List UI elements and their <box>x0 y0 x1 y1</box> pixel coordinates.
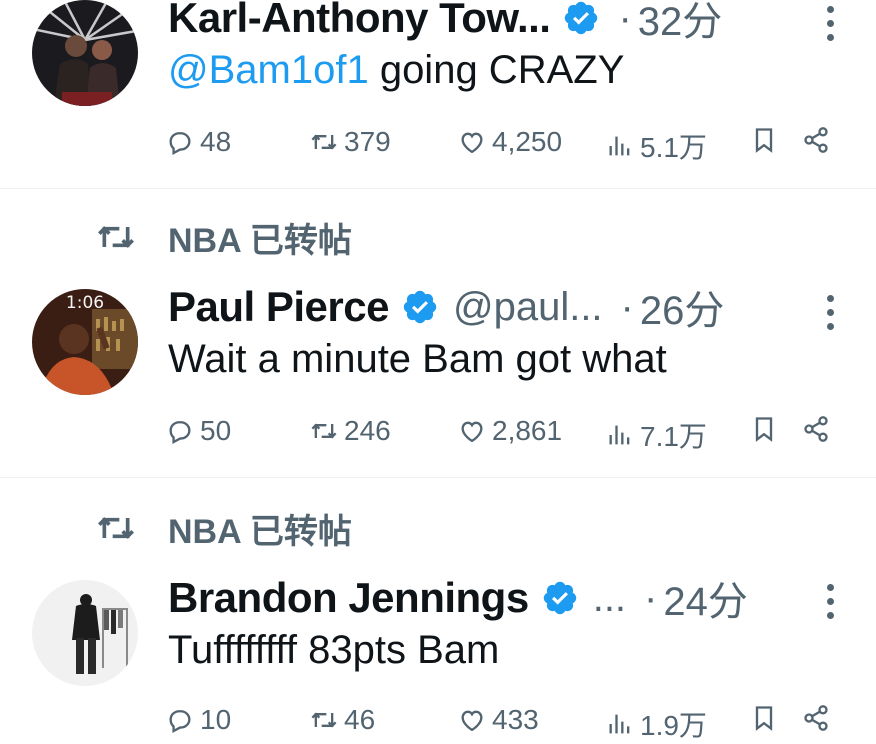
bookmark-icon <box>755 706 773 731</box>
retweet-icon <box>98 226 134 248</box>
reply-icon <box>169 710 191 734</box>
retweet-button[interactable]: 46 <box>310 704 375 736</box>
share-icon <box>804 416 828 442</box>
share-button[interactable] <box>802 704 836 732</box>
avatar[interactable] <box>32 580 138 686</box>
retweet-icon <box>311 134 337 150</box>
like-count: 433 <box>492 704 539 735</box>
verified-badge-icon <box>543 581 576 615</box>
retweet-icon <box>311 423 337 439</box>
bookmark-icon <box>755 128 773 153</box>
author-handle[interactable]: ... <box>593 576 626 621</box>
retweet-count: 46 <box>344 704 376 735</box>
like-icon <box>461 421 483 443</box>
separator-dot: · <box>618 0 632 40</box>
author-name[interactable]: Karl-Anthony Tow... <box>168 0 551 42</box>
like-count: 4,250 <box>492 126 563 157</box>
reply-button[interactable]: 48 <box>166 126 231 158</box>
tweet-2[interactable]: NBA 已转帖 1:06 Paul Pierce @paul... · 26分 … <box>0 189 876 477</box>
action-bar: 48 379 4,250 5.1万 <box>0 126 876 166</box>
like-button[interactable]: 433 <box>458 704 539 736</box>
retweet-count: 379 <box>344 126 391 157</box>
verified-badge-icon <box>403 290 437 324</box>
tweet-header: Paul Pierce @paul... · 26分 <box>168 277 876 337</box>
bookmark-button[interactable] <box>750 126 784 154</box>
mention-link[interactable]: @Bam1of1 <box>168 48 369 92</box>
retweet-count: 246 <box>344 415 391 446</box>
views-icon <box>609 425 630 445</box>
avatar[interactable] <box>32 0 138 106</box>
more-icon[interactable] <box>826 295 834 331</box>
separator-dot: · <box>620 284 634 329</box>
reply-button[interactable]: 10 <box>166 704 231 736</box>
timestamp[interactable]: 24分 <box>663 569 748 627</box>
action-bar: 50 246 2,861 7.1万 <box>0 415 876 455</box>
retweet-button[interactable]: 379 <box>310 126 391 158</box>
author-handle[interactable]: @paul... <box>453 285 603 330</box>
more-icon[interactable] <box>826 6 834 42</box>
tweet-text: Wait a minute Bam got what <box>168 337 667 381</box>
reply-count: 10 <box>200 704 232 735</box>
retweet-context[interactable]: NBA 已转帖 <box>96 215 352 260</box>
separator-dot: · <box>644 575 658 620</box>
author-name[interactable]: Paul Pierce <box>168 283 389 331</box>
reply-button[interactable]: 50 <box>166 415 231 447</box>
retweet-icon <box>98 517 134 539</box>
reply-icon <box>169 421 191 445</box>
more-icon[interactable] <box>826 584 834 620</box>
bookmark-icon <box>755 417 773 442</box>
tweet-text: Tuffffffff 83pts Bam <box>168 628 500 672</box>
tweet-3[interactable]: NBA 已转帖 Brandon Jennings ... · 24分 Tufff… <box>0 478 876 741</box>
share-icon <box>804 705 828 731</box>
reply-count: 50 <box>200 415 232 446</box>
tweet-text: @Bam1of1 going CRAZY <box>168 48 624 93</box>
like-icon <box>461 132 483 154</box>
share-button[interactable] <box>802 415 836 443</box>
verified-badge-icon <box>565 1 598 35</box>
share-icon <box>804 127 828 153</box>
views-count: 7.1万 <box>640 421 707 452</box>
retweet-context[interactable]: NBA 已转帖 <box>96 506 352 551</box>
views-count: 1.9万 <box>640 710 707 741</box>
views-button[interactable]: 7.1万 <box>606 415 707 455</box>
reply-icon <box>169 132 191 156</box>
like-count: 2,861 <box>492 415 563 446</box>
retweet-icon <box>311 712 337 728</box>
reply-count: 48 <box>200 126 232 157</box>
action-bar: 10 46 433 1.9万 <box>0 704 876 744</box>
avatar[interactable]: 1:06 <box>32 289 138 395</box>
tweet-text-body: going CRAZY <box>368 48 625 92</box>
avatar-clock: 1:06 <box>66 293 104 313</box>
like-button[interactable]: 4,250 <box>458 126 562 158</box>
retweeted-by-label: NBA 已转帖 <box>168 512 352 551</box>
retweeted-by-label: NBA 已转帖 <box>168 221 352 260</box>
like-icon <box>461 710 483 732</box>
views-icon <box>609 714 630 734</box>
tweet-header: Brandon Jennings ... · 24分 <box>168 568 876 628</box>
tweet-1[interactable]: Karl-Anthony Tow... · 32分 @Bam1of1 going… <box>0 0 876 188</box>
timestamp[interactable]: 26分 <box>640 278 725 336</box>
views-button[interactable]: 1.9万 <box>606 704 707 744</box>
tweet-header: Karl-Anthony Tow... · 32分 <box>168 0 876 48</box>
share-button[interactable] <box>802 126 836 154</box>
bookmark-button[interactable] <box>750 415 784 443</box>
timestamp[interactable]: 32分 <box>638 0 723 47</box>
bookmark-button[interactable] <box>750 704 784 732</box>
like-button[interactable]: 2,861 <box>458 415 562 447</box>
views-button[interactable]: 5.1万 <box>606 126 707 166</box>
views-icon <box>609 136 630 156</box>
retweet-button[interactable]: 246 <box>310 415 391 447</box>
author-name[interactable]: Brandon Jennings <box>168 574 529 622</box>
views-count: 5.1万 <box>640 132 707 163</box>
